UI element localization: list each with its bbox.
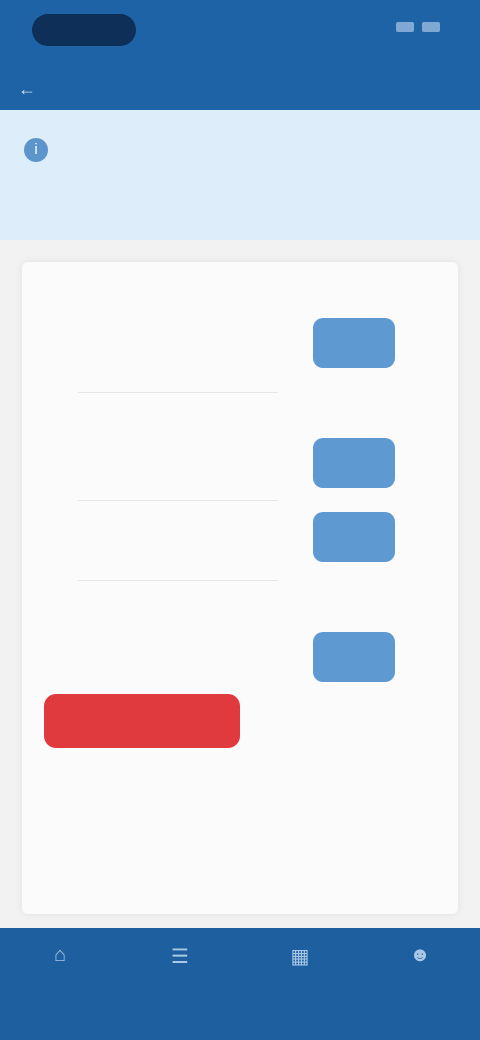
nav-item-list[interactable]: ☰ <box>145 944 215 973</box>
info-icon: i <box>24 138 48 162</box>
grid-icon: ▦ <box>290 946 310 968</box>
row-3-button[interactable] <box>313 512 395 562</box>
row-1-divider <box>78 392 278 393</box>
battery-icon <box>422 22 440 32</box>
user-icon: ☻ <box>409 944 431 966</box>
arrow-left-icon[interactable]: ← <box>18 79 36 100</box>
nav-item-grid[interactable]: ▦ <box>265 944 335 973</box>
row-2-button[interactable] <box>313 438 395 488</box>
row-4-button[interactable] <box>313 632 395 682</box>
list-icon: ☰ <box>171 946 189 968</box>
status-time-pill <box>32 14 136 46</box>
bottom-nav: ⌂ ☰ ▦ ☻ <box>0 928 480 1040</box>
home-icon: ⌂ <box>53 944 67 966</box>
danger-button[interactable] <box>44 694 240 748</box>
status-bar <box>0 0 480 70</box>
nav-item-home[interactable]: ⌂ <box>25 944 95 971</box>
signal-icon <box>396 22 414 32</box>
row-3-divider <box>78 580 278 581</box>
info-notice <box>0 110 480 240</box>
app-bar: ← <box>0 70 480 110</box>
row-2-divider <box>78 500 278 501</box>
row-1-button[interactable] <box>313 318 395 368</box>
status-icons <box>396 22 440 32</box>
nav-item-user[interactable]: ☻ <box>385 944 455 971</box>
